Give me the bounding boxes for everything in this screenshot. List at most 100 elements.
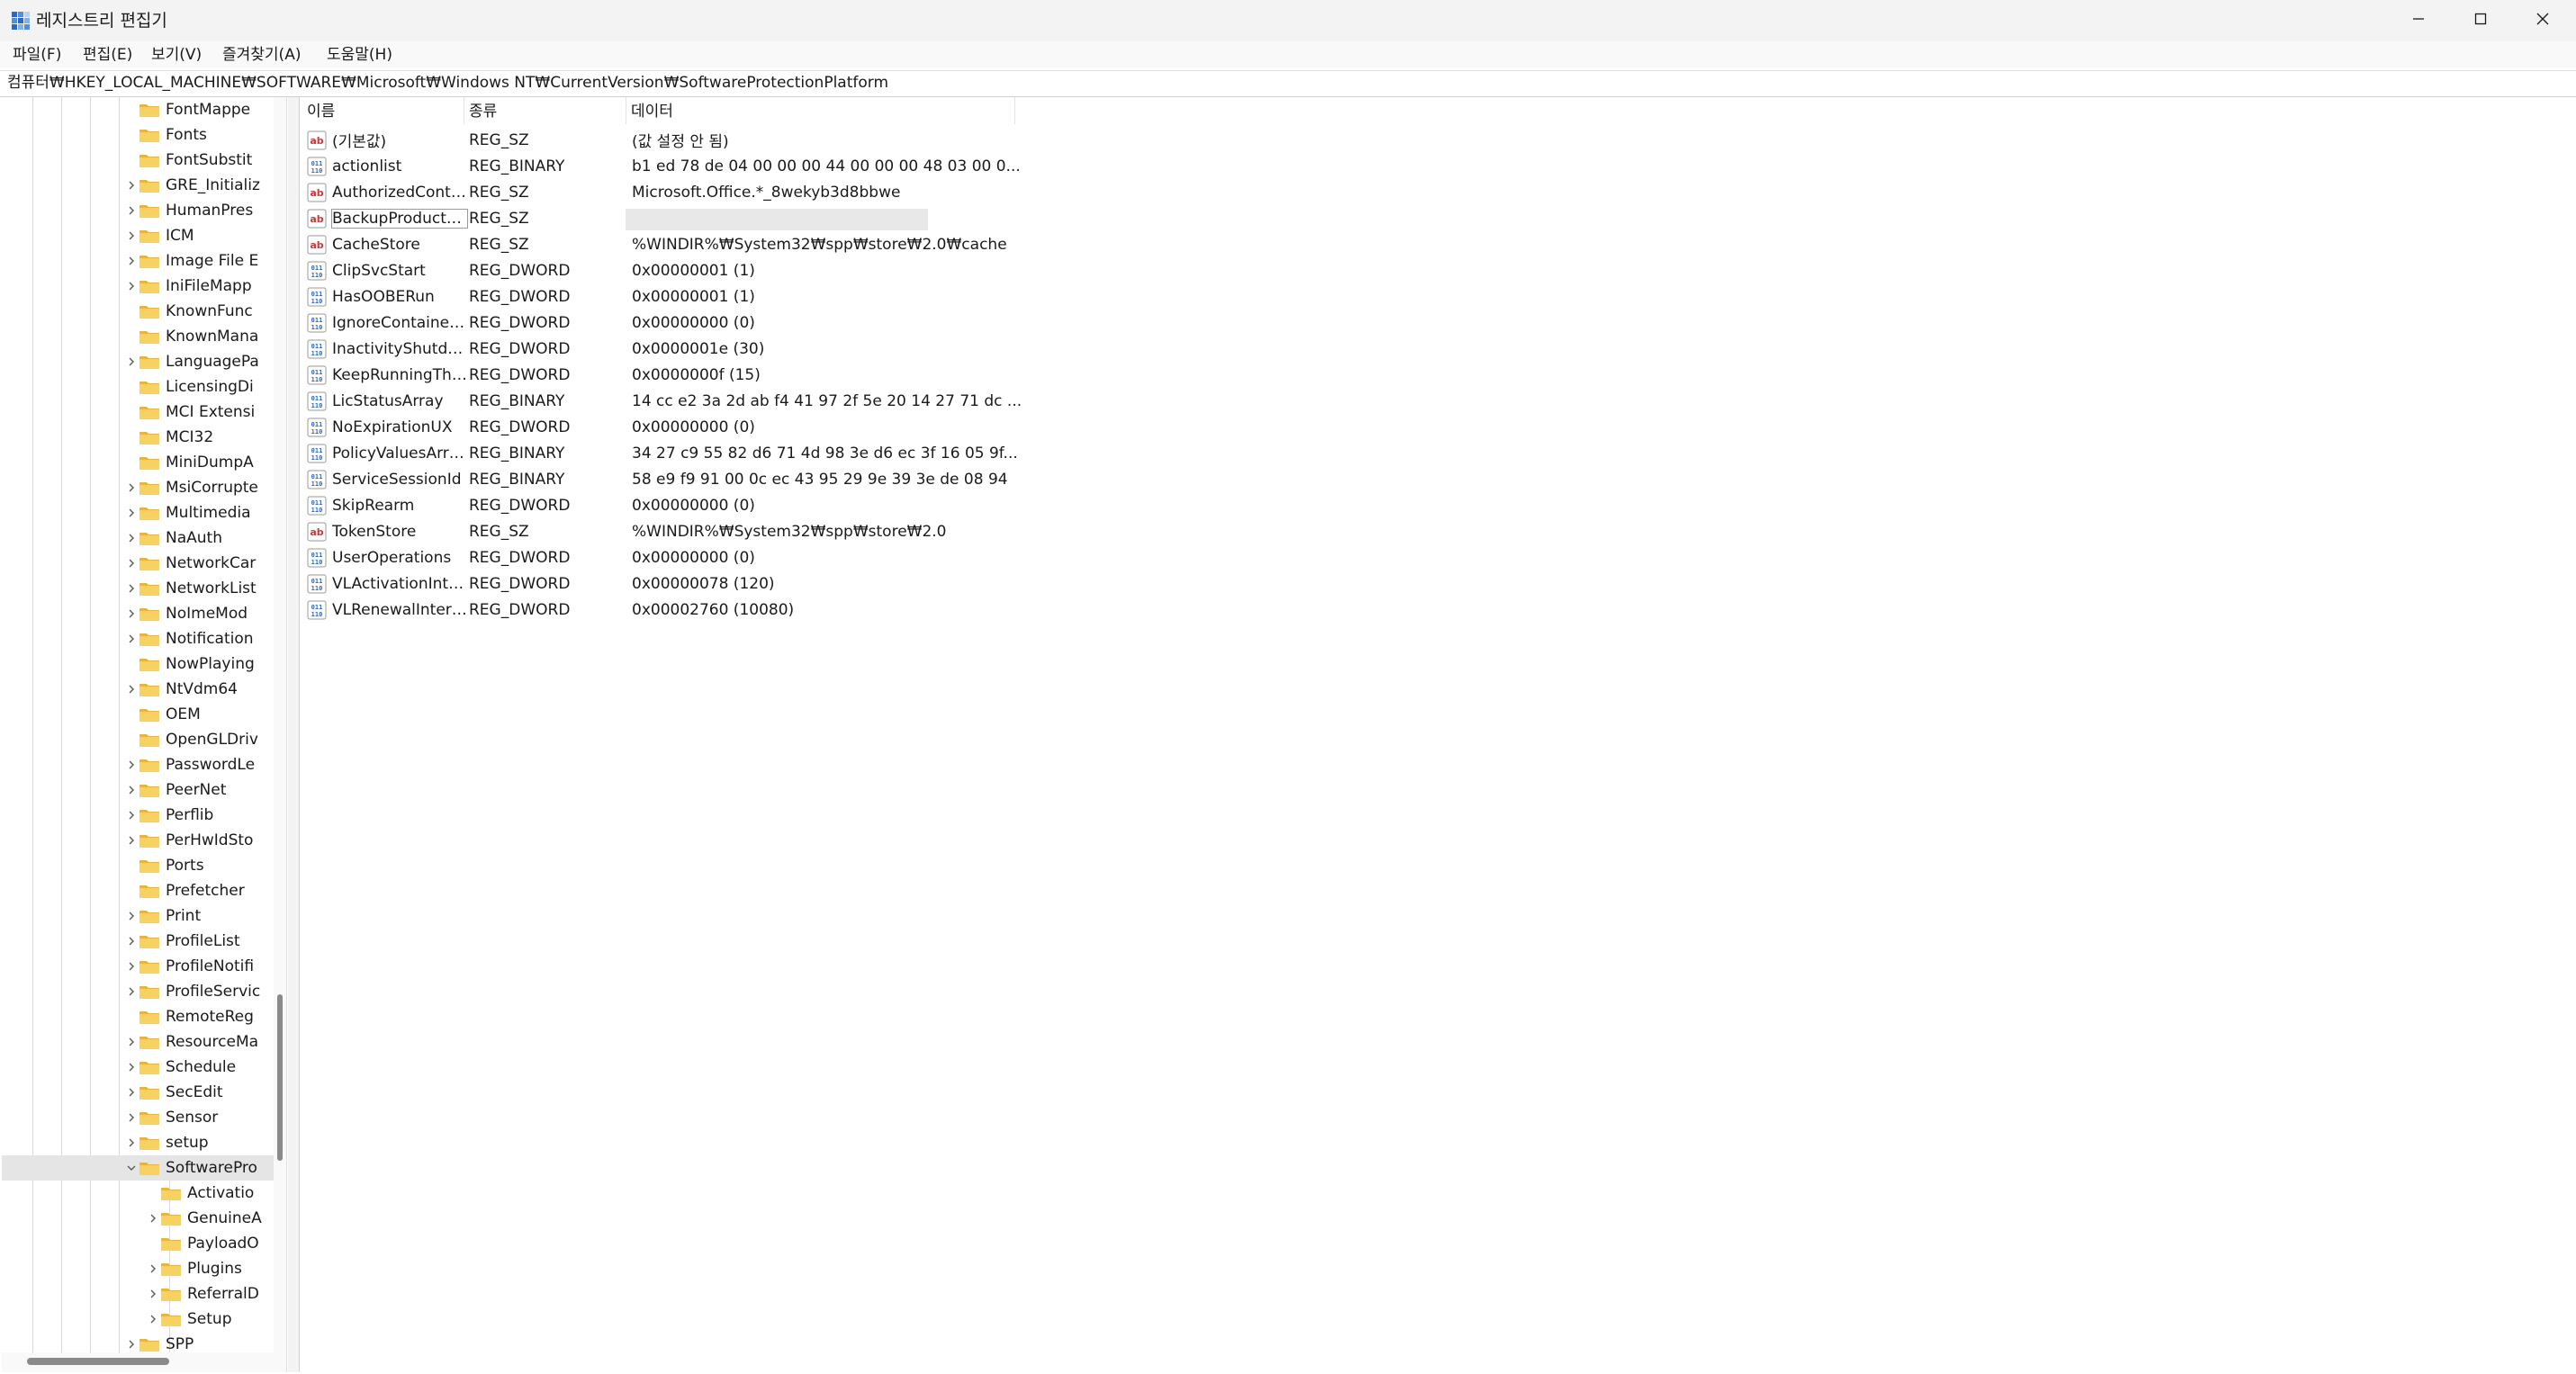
tree-item[interactable]: MiniDumpA [2, 450, 274, 475]
menu-help[interactable]: 도움말(H) [327, 45, 392, 65]
tree-item[interactable]: Activatio [2, 1181, 274, 1206]
tree-item[interactable]: Schedule [2, 1055, 274, 1080]
chevron-right-icon[interactable] [124, 500, 139, 525]
tree-item[interactable]: NetworkList [2, 576, 274, 601]
tree-item[interactable]: NowPlaying [2, 651, 274, 677]
value-row[interactable]: 011 110 HasOOBERun REG_DWORD 0x00000001 (1) [300, 283, 1020, 310]
chevron-right-icon[interactable] [124, 1029, 139, 1055]
tree-item[interactable]: MCI Extensi [2, 400, 274, 425]
chevron-right-icon[interactable] [124, 1055, 139, 1080]
tree-vertical-scroll-thumb[interactable] [277, 994, 283, 1161]
chevron-right-icon[interactable] [146, 1256, 160, 1281]
tree-item[interactable]: Image File E [2, 248, 274, 274]
tree-item[interactable]: SoftwarePro [2, 1155, 274, 1181]
tree-item[interactable]: Notification [2, 626, 274, 651]
chevron-right-icon[interactable] [124, 525, 139, 551]
value-row[interactable]: ab AuthorizedConta... REG_SZ Microsoft.Offi… [300, 179, 1020, 205]
address-path[interactable]: 컴퓨터₩HKEY_LOCAL_MACHINE₩SOFTWARE₩Microsof… [7, 72, 888, 94]
tree-item[interactable]: Print [2, 903, 274, 929]
menu-favorites[interactable]: 즐겨찾기(A) [222, 45, 301, 65]
tree-item[interactable]: ReferralD [2, 1281, 274, 1307]
tree-item[interactable]: IniFileMapp [2, 274, 274, 299]
tree-item[interactable]: Plugins [2, 1256, 274, 1281]
chevron-right-icon[interactable] [124, 1080, 139, 1105]
tree-item[interactable]: ProfileNotifi [2, 954, 274, 979]
value-row[interactable]: 011 110 ClipSvcStart REG_DWORD 0x00000001 (1… [300, 257, 1020, 283]
tree-item[interactable]: Perflib [2, 803, 274, 828]
chevron-right-icon[interactable] [124, 173, 139, 198]
value-row[interactable]: 011 110 VLRenewalInterval REG_DWORD 0x000027… [300, 597, 1020, 623]
tree-item[interactable]: NoImeMod [2, 601, 274, 626]
chevron-right-icon[interactable] [124, 601, 139, 626]
value-row[interactable]: ab (기본값) REG_SZ (값 설정 안 됨) [300, 127, 1020, 153]
tree-item[interactable]: ICM [2, 223, 274, 248]
chevron-right-icon[interactable] [124, 576, 139, 601]
value-row[interactable]: 011 110 UserOperations REG_DWORD 0x00000000 … [300, 544, 1020, 570]
tree-item[interactable]: NaAuth [2, 525, 274, 551]
minimize-button[interactable] [2388, 0, 2449, 41]
column-header-name[interactable]: 이름 [307, 101, 335, 122]
tree-item[interactable]: KnownMana [2, 324, 274, 349]
chevron-right-icon[interactable] [146, 1281, 160, 1307]
value-row[interactable]: 011 110 SkipRearm REG_DWORD 0x00000000 (0) [300, 492, 1020, 518]
tree-item[interactable]: Sensor [2, 1105, 274, 1130]
tree-item[interactable]: NtVdm64 [2, 677, 274, 702]
chevron-right-icon[interactable] [124, 1105, 139, 1130]
value-row[interactable]: 011 110 InactivityShutdo... REG_DWORD 0x0000… [300, 336, 1020, 362]
tree-item[interactable]: PeerNet [2, 777, 274, 803]
value-row[interactable]: 011 110 VLActivationInte... REG_DWORD 0x0000… [300, 570, 1020, 597]
tree-item[interactable]: PayloadO [2, 1231, 274, 1256]
chevron-right-icon[interactable] [124, 1130, 139, 1155]
chevron-right-icon[interactable] [146, 1307, 160, 1332]
chevron-right-icon[interactable] [124, 248, 139, 274]
menu-edit[interactable]: 편집(E) [83, 45, 132, 65]
chevron-right-icon[interactable] [124, 677, 139, 702]
tree-item[interactable]: KnownFunc [2, 299, 274, 324]
tree-item[interactable]: LicensingDi [2, 374, 274, 400]
tree-item[interactable]: GenuineA [2, 1206, 274, 1231]
chevron-right-icon[interactable] [124, 903, 139, 929]
tree-item[interactable]: setup [2, 1130, 274, 1155]
tree-item[interactable]: ProfileList [2, 929, 274, 954]
chevron-right-icon[interactable] [124, 551, 139, 576]
chevron-right-icon[interactable] [124, 954, 139, 979]
tree-item[interactable]: FontSubstit [2, 148, 274, 173]
tree-horizontal-scroll-thumb[interactable] [27, 1358, 169, 1365]
value-row[interactable]: 011 110 actionlist REG_BINARY b1 ed 78 de 04… [300, 153, 1021, 179]
chevron-right-icon[interactable] [124, 752, 139, 777]
chevron-right-icon[interactable] [146, 1206, 160, 1231]
value-row[interactable]: 011 110 KeepRunningThr... REG_DWORD 0x000000… [300, 362, 1020, 388]
tree-item[interactable]: MCI32 [2, 425, 274, 450]
tree-item[interactable]: SecEdit [2, 1080, 274, 1105]
tree-vertical-scrollbar[interactable] [274, 97, 286, 1352]
menu-file[interactable]: 파일(F) [13, 45, 61, 65]
tree-item[interactable]: RemoteReg [2, 1004, 274, 1029]
chevron-right-icon[interactable] [124, 274, 139, 299]
chevron-right-icon[interactable] [124, 223, 139, 248]
tree-item[interactable]: Ports [2, 853, 274, 878]
value-row[interactable]: ab TokenStore REG_SZ %WINDIR%₩System32₩spp₩… [300, 518, 1020, 544]
maximize-button[interactable] [2450, 0, 2511, 41]
column-header-type[interactable]: 종류 [469, 101, 497, 122]
tree-item[interactable]: MsiCorrupte [2, 475, 274, 500]
value-row[interactable]: 011 110 NoExpirationUX REG_DWORD 0x00000000 … [300, 414, 1020, 440]
tree-item[interactable]: Prefetcher [2, 878, 274, 903]
tree-item[interactable]: PasswordLe [2, 752, 274, 777]
value-row[interactable]: 011 110 IgnoreContainer... REG_DWORD 0x00000… [300, 310, 1020, 336]
tree-item[interactable]: ProfileServic [2, 979, 274, 1004]
chevron-right-icon[interactable] [124, 979, 139, 1004]
chevron-right-icon[interactable] [124, 198, 139, 223]
tree-item[interactable]: HumanPres [2, 198, 274, 223]
tree-item[interactable]: Multimedia [2, 500, 274, 525]
tree-item[interactable]: OpenGLDriv [2, 727, 274, 752]
value-row[interactable]: ab BackupProductK... REG_SZ [300, 205, 1020, 231]
value-row[interactable]: 011 110 ServiceSessionId REG_BINARY 58 e9 f9… [300, 466, 1020, 492]
key-tree[interactable]: FontMappe Fonts FontSubstit GRE_Initializ Hu… [2, 97, 287, 1372]
value-row[interactable]: 011 110 PolicyValuesArray REG_BINARY 34 27 c… [300, 440, 1020, 466]
chevron-right-icon[interactable] [124, 626, 139, 651]
chevron-right-icon[interactable] [124, 475, 139, 500]
tree-item[interactable]: GRE_Initializ [2, 173, 274, 198]
tree-item[interactable]: LanguagePa [2, 349, 274, 374]
chevron-right-icon[interactable] [124, 929, 139, 954]
menu-view[interactable]: 보기(V) [151, 45, 202, 65]
